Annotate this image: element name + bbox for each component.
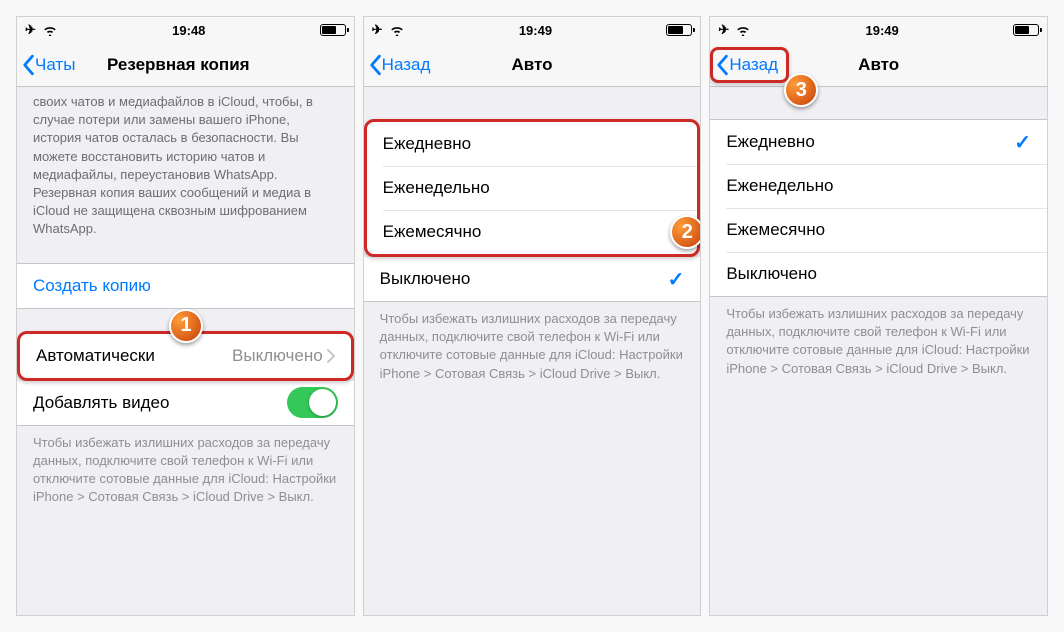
back-button[interactable]: Назад (364, 54, 431, 76)
option-weekly[interactable]: Еженедельно (710, 164, 1047, 208)
frequency-options-group: Ежедневно Еженедельно Ежемесячно (364, 119, 701, 257)
back-label: Назад (729, 55, 778, 75)
phone-screen-1: ✈︎ 19:48 Чаты Резервная копия своих чато… (16, 16, 355, 616)
chevron-left-icon (715, 54, 729, 76)
auto-label: Автоматически (36, 346, 155, 366)
option-label: Выключено (380, 269, 471, 289)
option-label: Ежедневно (383, 134, 471, 154)
wifi-icon (42, 24, 58, 36)
include-video-switch[interactable] (287, 387, 338, 418)
checkmark-icon: ✓ (1014, 130, 1031, 155)
status-bar: ✈︎ 19:49 (364, 17, 701, 43)
status-bar: ✈︎ 19:48 (17, 17, 354, 43)
option-weekly[interactable]: Еженедельно (367, 166, 698, 210)
checkmark-icon: ✓ (668, 267, 685, 292)
option-label: Ежедневно (726, 132, 814, 152)
footer-description: Чтобы избежать излишних расходов за пере… (364, 302, 701, 399)
frequency-options-group: Ежедневно ✓ Еженедельно Ежемесячно Выклю… (710, 119, 1047, 297)
clock: 19:49 (866, 23, 899, 38)
nav-bar: Чаты Резервная копия (17, 43, 354, 87)
battery-icon (1013, 24, 1039, 36)
backup-now-group: Создать копию (17, 263, 354, 309)
airplane-icon: ✈︎ (718, 22, 729, 38)
wifi-icon (389, 24, 405, 36)
auto-value: Выключено (232, 346, 323, 366)
clock: 19:48 (172, 23, 205, 38)
footer-description: Чтобы избежать излишних расходов за пере… (17, 426, 354, 523)
phone-screen-3: ✈︎ 19:49 Назад 3 Авто Ежедневно ✓ Еженед… (709, 16, 1048, 616)
chevron-left-icon (368, 54, 382, 76)
chevron-right-icon (327, 349, 335, 363)
back-button[interactable]: Назад (710, 47, 789, 83)
back-button[interactable]: Чаты (17, 54, 75, 76)
include-video-row[interactable]: Добавлять видео (17, 381, 354, 425)
option-label: Ежемесячно (383, 222, 482, 242)
back-label: Назад (382, 55, 431, 75)
footer-description: Чтобы избежать излишних расходов за пере… (710, 297, 1047, 394)
option-off[interactable]: Выключено ✓ (364, 257, 701, 301)
content: 2 Ежедневно Еженедельно Ежемесячно Выклю… (364, 87, 701, 615)
chevron-left-icon (21, 54, 35, 76)
content: своих чатов и медиафайлов в iCloud, чтоб… (17, 87, 354, 615)
create-backup-button[interactable]: Создать копию (17, 264, 354, 308)
include-video-group: Добавлять видео (17, 381, 354, 426)
airplane-icon: ✈︎ (25, 22, 36, 38)
content: Ежедневно ✓ Еженедельно Ежемесячно Выклю… (710, 87, 1047, 615)
off-group: Выключено ✓ (364, 257, 701, 302)
step-badge-1: 1 (169, 309, 203, 343)
option-monthly[interactable]: Ежемесячно (367, 210, 698, 254)
create-backup-label: Создать копию (33, 276, 151, 296)
phone-screen-2: ✈︎ 19:49 Назад Авто 2 Ежедневно Еженедел… (363, 16, 702, 616)
option-daily[interactable]: Ежедневно ✓ (710, 120, 1047, 164)
airplane-icon: ✈︎ (372, 22, 383, 38)
nav-bar: Назад Авто (364, 43, 701, 87)
battery-icon (666, 24, 692, 36)
option-daily[interactable]: Ежедневно (367, 122, 698, 166)
option-label: Выключено (726, 264, 817, 284)
step-badge-2: 2 (670, 215, 700, 249)
battery-icon (320, 24, 346, 36)
option-label: Еженедельно (383, 178, 490, 198)
status-bar: ✈︎ 19:49 (710, 17, 1047, 43)
option-monthly[interactable]: Ежемесячно (710, 208, 1047, 252)
clock: 19:49 (519, 23, 552, 38)
option-label: Ежемесячно (726, 220, 825, 240)
include-video-label: Добавлять видео (33, 393, 169, 413)
back-label: Чаты (35, 55, 75, 75)
wifi-icon (735, 24, 751, 36)
option-off[interactable]: Выключено (710, 252, 1047, 296)
nav-bar: Назад 3 Авто (710, 43, 1047, 87)
option-label: Еженедельно (726, 176, 833, 196)
header-description: своих чатов и медиафайлов в iCloud, чтоб… (17, 87, 354, 245)
